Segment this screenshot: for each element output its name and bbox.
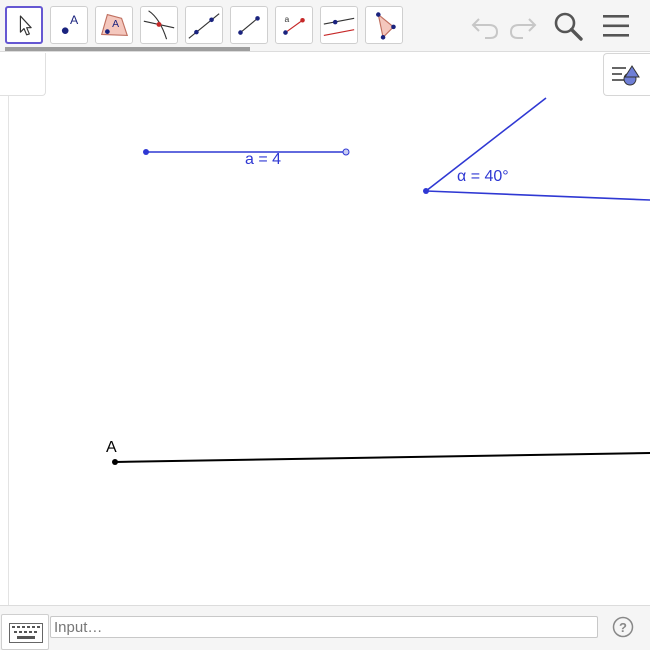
- point-icon: A: [61, 13, 79, 34]
- redo-icon[interactable]: [507, 10, 539, 42]
- angle-alpha-label: α = 40°: [457, 168, 509, 185]
- line-tool-button[interactable]: [185, 6, 223, 44]
- segment-a-end-point[interactable]: [342, 148, 350, 156]
- triangle-tool-button[interactable]: [365, 6, 403, 44]
- undo-icon[interactable]: [469, 10, 501, 42]
- algebra-input-field[interactable]: [50, 616, 598, 638]
- geometry-canvas[interactable]: [0, 52, 650, 605]
- intersect-lines-icon: [143, 10, 175, 40]
- polygon-icon: A: [100, 13, 129, 37]
- toolbar: A A a: [0, 0, 650, 52]
- style-bar-toggle-button[interactable]: [603, 53, 650, 96]
- point-a-label: A: [106, 439, 117, 456]
- menu-icon[interactable]: [600, 10, 632, 42]
- keyboard-icon: [9, 623, 43, 643]
- segment-with-length-tool-button[interactable]: a: [275, 6, 313, 44]
- input-bar: ?: [0, 605, 650, 650]
- angle-ray-lower[interactable]: [425, 190, 650, 201]
- segment-tool-button[interactable]: [230, 6, 268, 44]
- svg-text:A: A: [70, 13, 79, 27]
- algebra-view-edge: [8, 96, 9, 605]
- toolbar-scroll-indicator: [5, 47, 250, 51]
- segment-a-start-point[interactable]: [143, 149, 149, 155]
- algebra-view-toggle[interactable]: [0, 53, 46, 96]
- segment-length-icon: a: [283, 14, 305, 35]
- point-tool-button[interactable]: A: [50, 6, 88, 44]
- style-bar-icon: [612, 65, 640, 86]
- parallel-line-tool-button[interactable]: [320, 6, 358, 44]
- cursor-arrow-icon: [19, 15, 32, 36]
- svg-text:A: A: [112, 19, 119, 30]
- segment-from-a[interactable]: [114, 452, 650, 463]
- search-icon[interactable]: [552, 10, 584, 42]
- angle-vertex-point[interactable]: [423, 188, 429, 194]
- segment-icon: [238, 16, 260, 35]
- perpendicular-line-tool-button[interactable]: [140, 6, 178, 44]
- graphics-view[interactable]: a = 4 α = 40° A: [0, 52, 650, 605]
- point-a[interactable]: [112, 459, 118, 465]
- svg-text:?: ?: [619, 620, 627, 635]
- keyboard-toggle-button[interactable]: [1, 614, 49, 650]
- triangle-icon: [376, 12, 396, 40]
- segment-a-label: a = 4: [245, 151, 282, 168]
- polygon-tool-button[interactable]: A: [95, 6, 133, 44]
- parallel-line-icon: [323, 17, 355, 36]
- move-tool-button[interactable]: [5, 6, 43, 44]
- svg-text:a: a: [285, 14, 290, 24]
- help-icon[interactable]: ?: [612, 616, 634, 638]
- line-icon: [188, 13, 220, 39]
